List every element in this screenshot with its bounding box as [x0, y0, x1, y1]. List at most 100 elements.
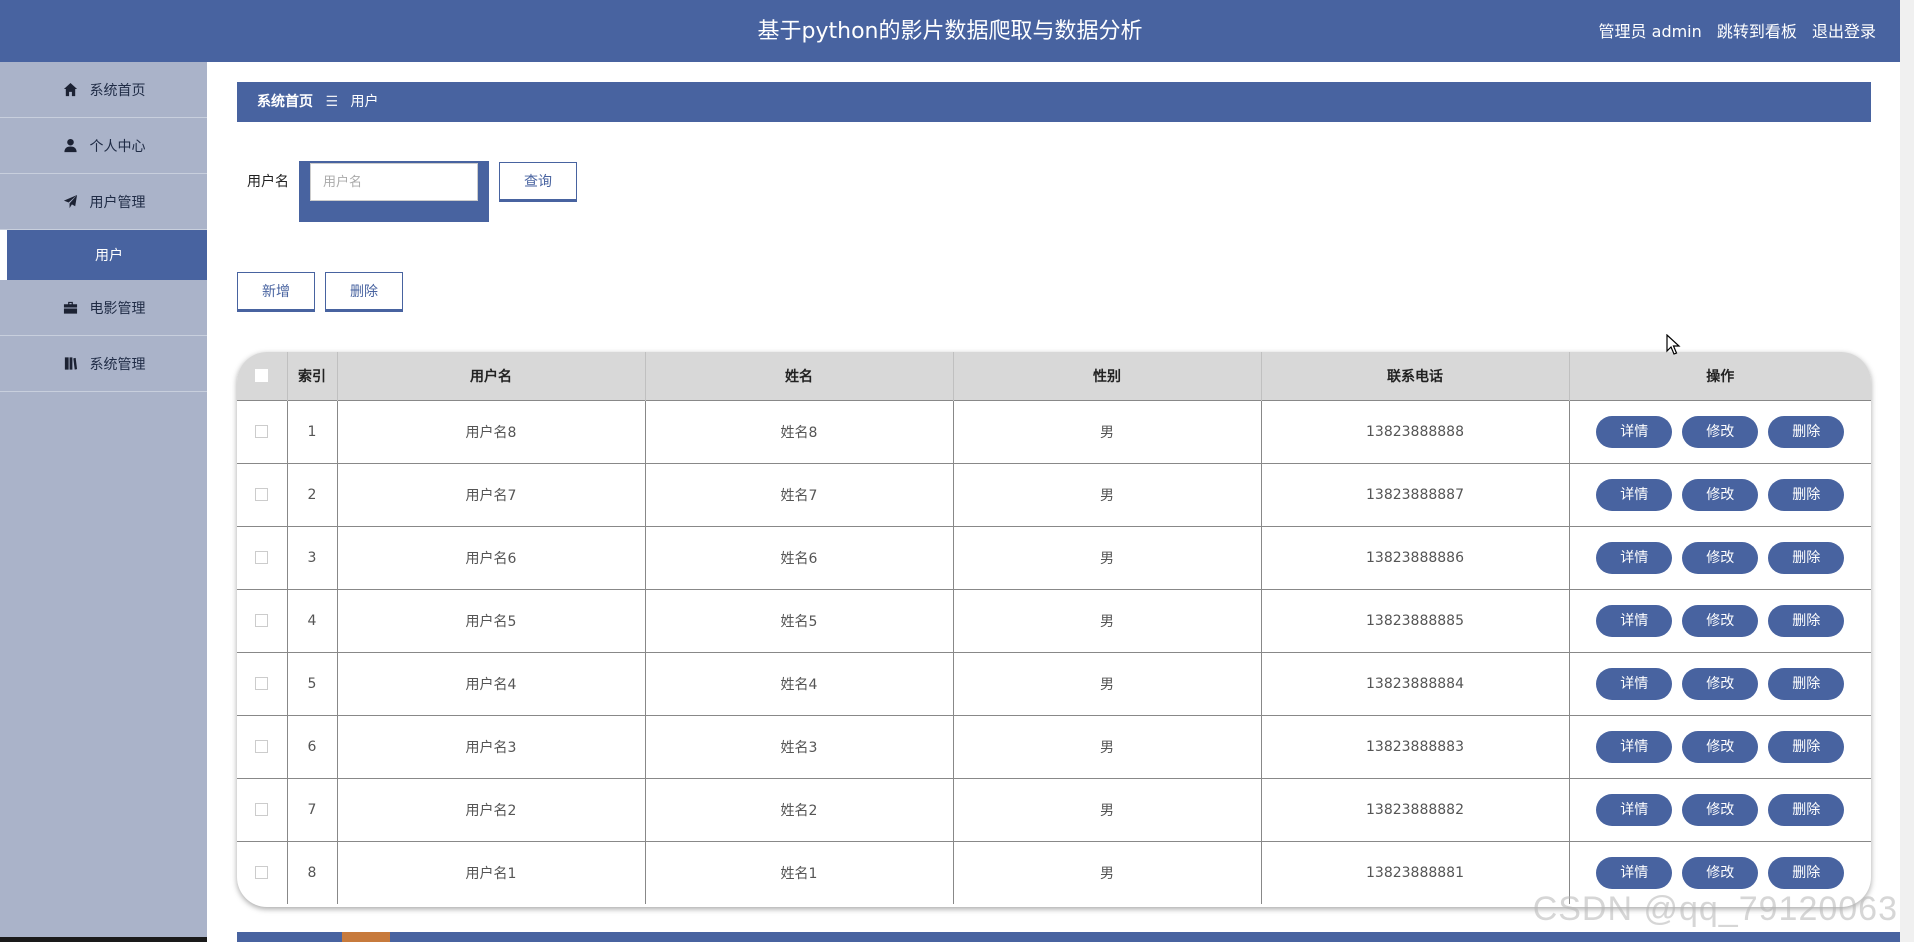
cell-phone: 13823888886 [1261, 526, 1570, 589]
cell-name: 姓名1 [645, 841, 954, 904]
column-header-username: 用户名 [337, 352, 646, 400]
username-search-input[interactable] [310, 163, 478, 201]
header-user-area: 管理员 admin 跳转到看板 退出登录 [1589, 0, 1876, 62]
row-checkbox[interactable] [255, 488, 269, 501]
row-checkbox-cell [237, 715, 288, 778]
cell-username: 用户名5 [337, 589, 646, 652]
bottom-left-bar [0, 937, 207, 942]
row-checkbox-cell [237, 526, 288, 589]
cell-gender: 男 [953, 400, 1262, 463]
table-row: 6 用户名3 姓名3 男 13823888883 详情 修改 删除 [237, 715, 1871, 778]
sidebar-item-system-management[interactable]: 系统管理 [0, 336, 207, 392]
logout-link[interactable]: 退出登录 [1812, 22, 1876, 41]
sidebar-item-label: 系统首页 [89, 82, 146, 99]
detail-button[interactable]: 详情 [1596, 541, 1673, 574]
row-checkbox[interactable] [255, 614, 269, 627]
cell-username: 用户名1 [337, 841, 646, 904]
window-scrollbar[interactable] [1900, 0, 1914, 942]
cell-username: 用户名6 [337, 526, 646, 589]
sidebar-subitem-users[interactable]: 用户 [0, 230, 207, 280]
edit-button[interactable]: 修改 [1682, 856, 1759, 889]
row-checkbox[interactable] [255, 740, 269, 753]
user-table: 索引 用户名 姓名 性别 联系电话 操作 1 用户名8 姓名8 男 1382388888… [237, 352, 1871, 907]
row-checkbox[interactable] [255, 425, 269, 438]
cell-actions: 详情 修改 删除 [1569, 463, 1871, 526]
book-icon [62, 355, 80, 373]
row-checkbox[interactable] [255, 551, 269, 564]
edit-button[interactable]: 修改 [1682, 604, 1759, 637]
edit-button[interactable]: 修改 [1682, 541, 1759, 574]
cell-name: 姓名5 [645, 589, 954, 652]
detail-button[interactable]: 详情 [1596, 478, 1673, 511]
edit-button[interactable]: 修改 [1682, 415, 1759, 448]
detail-button[interactable]: 详情 [1596, 730, 1673, 763]
table-header-row: 索引 用户名 姓名 性别 联系电话 操作 [237, 352, 1871, 400]
row-checkbox-cell [237, 652, 288, 715]
add-button[interactable]: 新增 [237, 272, 315, 312]
cell-gender: 男 [953, 526, 1262, 589]
delete-button[interactable]: 删除 [1768, 730, 1845, 763]
select-all-checkbox[interactable] [255, 369, 269, 383]
cell-index: 2 [287, 463, 338, 526]
edit-button[interactable]: 修改 [1682, 667, 1759, 700]
edit-button[interactable]: 修改 [1682, 793, 1759, 826]
admin-label: 管理员 admin [1598, 22, 1702, 41]
edit-button[interactable]: 修改 [1682, 730, 1759, 763]
edit-button[interactable]: 修改 [1682, 478, 1759, 511]
detail-button[interactable]: 详情 [1596, 856, 1673, 889]
bottom-bar [237, 932, 1900, 942]
delete-button[interactable]: 删除 [1768, 793, 1845, 826]
cell-phone: 13823888885 [1261, 589, 1570, 652]
sidebar-item-home[interactable]: 系统首页 [0, 62, 207, 118]
delete-button[interactable]: 删除 [1768, 667, 1845, 700]
row-checkbox[interactable] [255, 803, 269, 816]
bottom-bar-accent [342, 932, 390, 942]
delete-button[interactable]: 删除 [1768, 478, 1845, 511]
table-row: 5 用户名4 姓名4 男 13823888884 详情 修改 删除 [237, 652, 1871, 715]
cell-name: 姓名6 [645, 526, 954, 589]
query-button-label: 查询 [524, 174, 552, 190]
table-row: 1 用户名8 姓名8 男 13823888888 详情 修改 删除 [237, 400, 1871, 463]
cell-username: 用户名2 [337, 778, 646, 841]
breadcrumb-home[interactable]: 系统首页 [257, 94, 313, 110]
cell-index: 1 [287, 400, 338, 463]
cell-index: 7 [287, 778, 338, 841]
cell-index: 6 [287, 715, 338, 778]
breadcrumb: 系统首页 ☰ 用户 [237, 82, 1871, 122]
delete-button[interactable]: 删除 [1768, 856, 1845, 889]
cell-actions: 详情 修改 删除 [1569, 526, 1871, 589]
dashboard-link[interactable]: 跳转到看板 [1717, 22, 1797, 41]
query-button[interactable]: 查询 [499, 162, 577, 202]
table-row: 4 用户名5 姓名5 男 13823888885 详情 修改 删除 [237, 589, 1871, 652]
cell-actions: 详情 修改 删除 [1569, 400, 1871, 463]
batch-delete-button[interactable]: 删除 [325, 272, 403, 312]
row-checkbox-cell [237, 841, 288, 904]
cell-phone: 13823888888 [1261, 400, 1570, 463]
breadcrumb-current: 用户 [350, 94, 379, 110]
delete-button[interactable]: 删除 [1768, 604, 1845, 637]
cell-phone: 13823888882 [1261, 778, 1570, 841]
sidebar-item-movie-management[interactable]: 电影管理 [0, 280, 207, 336]
column-header-gender: 性别 [953, 352, 1262, 400]
delete-button[interactable]: 删除 [1768, 541, 1845, 574]
row-checkbox[interactable] [255, 866, 269, 880]
column-header-phone: 联系电话 [1261, 352, 1570, 400]
delete-button[interactable]: 删除 [1768, 415, 1845, 448]
detail-button[interactable]: 详情 [1596, 604, 1673, 637]
cell-index: 3 [287, 526, 338, 589]
table-row: 7 用户名2 姓名2 男 13823888882 详情 修改 删除 [237, 778, 1871, 841]
detail-button[interactable]: 详情 [1596, 793, 1673, 826]
column-header-actions: 操作 [1706, 368, 1735, 385]
detail-button[interactable]: 详情 [1596, 415, 1673, 448]
batch-delete-button-label: 删除 [350, 284, 378, 300]
table-row: 3 用户名6 姓名6 男 13823888886 详情 修改 删除 [237, 526, 1871, 589]
row-checkbox[interactable] [255, 677, 269, 690]
sidebar-item-profile[interactable]: 个人中心 [0, 118, 207, 174]
cell-gender: 男 [953, 778, 1262, 841]
sidebar-item-user-management[interactable]: 用户管理 [0, 174, 207, 230]
cell-name: 姓名7 [645, 463, 954, 526]
cell-index: 8 [287, 841, 338, 904]
column-header-name: 姓名 [645, 352, 954, 400]
cell-gender: 男 [953, 841, 1262, 904]
detail-button[interactable]: 详情 [1596, 667, 1673, 700]
